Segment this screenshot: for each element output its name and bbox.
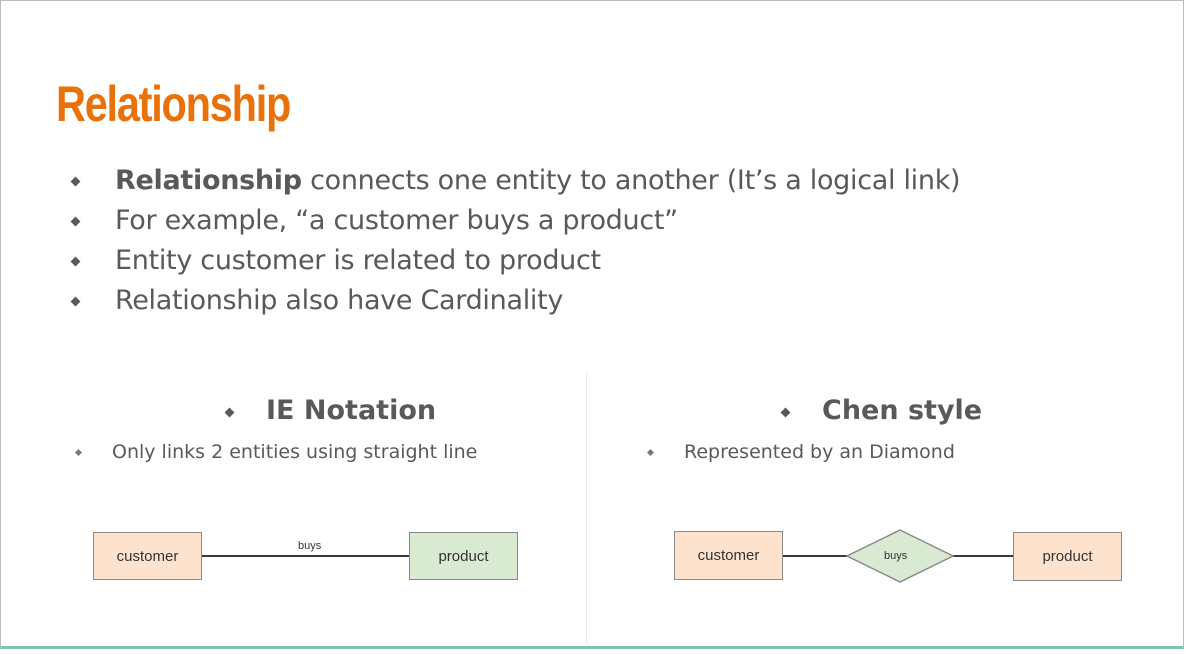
bullet-item: For example, “a customer buys a product” — [70, 202, 960, 242]
bullet-diamond-icon — [74, 448, 83, 457]
chen-heading: Chen style — [780, 395, 983, 426]
column-divider — [586, 373, 587, 643]
bullet-bold-text: Relationship — [115, 165, 302, 196]
chen-line-left — [781, 555, 847, 557]
chen-note: Represented by an Diamond — [646, 441, 955, 463]
ie-heading-text: IE Notation — [266, 395, 437, 426]
bullet-item: Entity customer is related to product — [70, 242, 960, 282]
chen-relationship-label: buys — [884, 550, 908, 562]
chen-entity-product: product — [1013, 532, 1122, 581]
bullet-text: connects one entity to another (It’s a l… — [301, 165, 961, 196]
ie-heading: IE Notation — [224, 395, 437, 426]
bullet-item: Relationship also have Cardinality — [70, 282, 960, 322]
chen-line-right — [953, 555, 1015, 557]
ie-entity-customer: customer — [93, 532, 202, 580]
bullet-text: For example, “a customer buys a product” — [115, 205, 678, 236]
bullet-diamond-icon — [70, 296, 81, 307]
chen-entity-customer: customer — [674, 531, 783, 580]
bullet-diamond-icon — [70, 216, 81, 227]
bullet-list: Relationship connects one entity to anot… — [70, 162, 961, 322]
bullet-diamond-icon — [646, 448, 655, 457]
chen-note-text: Represented by an Diamond — [684, 441, 955, 463]
bullet-diamond-icon — [70, 256, 81, 267]
ie-entity-product: product — [409, 532, 518, 580]
ie-relationship-line — [201, 555, 411, 557]
bullet-text: Relationship also have Cardinality — [115, 285, 564, 316]
bullet-diamond-icon — [70, 176, 81, 187]
bullet-item: Relationship connects one entity to anot… — [70, 162, 961, 202]
slide: Relationship Relationship connects one e… — [0, 0, 1184, 649]
chen-heading-text: Chen style — [822, 395, 983, 426]
bullet-diamond-icon — [780, 407, 791, 418]
ie-note-text: Only links 2 entities using straight lin… — [112, 441, 478, 463]
ie-relationship-label: buys — [298, 540, 322, 552]
slide-title: Relationship — [56, 76, 291, 132]
bullet-text: Entity customer is related to product — [115, 245, 601, 276]
ie-note: Only links 2 entities using straight lin… — [74, 441, 478, 463]
bullet-diamond-icon — [224, 407, 235, 418]
